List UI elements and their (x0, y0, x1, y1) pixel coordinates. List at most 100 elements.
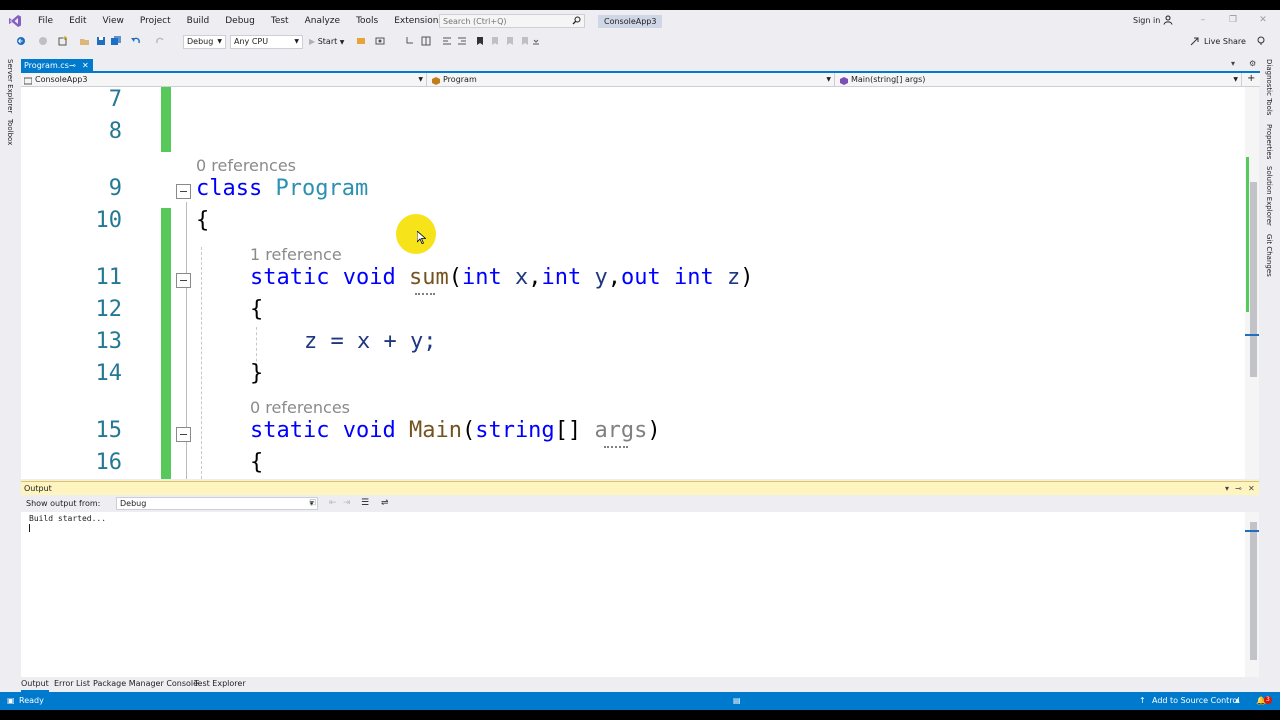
maximize-icon[interactable]: ❐ (1228, 15, 1238, 25)
browser-link-icon[interactable] (356, 36, 366, 46)
output-text-area[interactable]: Build started... (21, 512, 1245, 677)
codelens-references[interactable]: 1 reference (250, 245, 342, 264)
chevron-down-icon: ▼ (294, 38, 299, 45)
menu-bar: File Edit View Project Build Debug Test … (0, 10, 1280, 32)
codelens-references[interactable]: 0 references (250, 398, 350, 417)
screenshot-icon[interactable] (375, 36, 385, 46)
previous-bookmark-icon[interactable] (490, 36, 500, 46)
clear-bookmarks-icon[interactable] (520, 36, 530, 46)
tab-output[interactable]: Output (21, 678, 49, 692)
uncomment-icon[interactable] (457, 36, 467, 46)
account-icon[interactable] (1163, 15, 1173, 28)
toolbox-tab[interactable]: Toolbox (6, 119, 14, 145)
output-source-dropdown[interactable]: Debug ▼ (116, 497, 318, 510)
navigate-back-icon[interactable] (16, 36, 26, 46)
text-caret (29, 524, 30, 532)
save-icon[interactable] (96, 36, 106, 46)
output-vertical-scrollbar[interactable] (1245, 512, 1259, 677)
collapse-toggle[interactable] (176, 273, 191, 288)
menu-analyze[interactable]: Analyze (297, 10, 348, 32)
diagnostic-tools-tab[interactable]: Diagnostic Tools (1265, 59, 1273, 115)
find-message-icon[interactable]: ⊟ (309, 498, 317, 508)
bookmark-icon[interactable] (475, 36, 485, 46)
menu-build[interactable]: Build (179, 10, 218, 32)
collapse-toggle[interactable] (176, 427, 191, 442)
editor-vertical-scrollbar[interactable] (1245, 87, 1259, 479)
server-explorer-tab[interactable]: Server Explorer (6, 59, 14, 113)
new-project-icon[interactable] (58, 36, 68, 46)
toolbar-overflow-icon[interactable] (533, 36, 543, 46)
csharp-project-icon (23, 76, 33, 85)
upload-icon: ↑ (1139, 696, 1146, 705)
tab-package-manager-console[interactable]: Package Manager Console (93, 678, 198, 690)
sign-in-link[interactable]: Sign in (1133, 16, 1160, 25)
add-to-source-control-button[interactable]: Add to Source Control (1152, 692, 1240, 710)
tab-test-explorer[interactable]: Test Explorer (194, 678, 246, 690)
code-editor[interactable]: 7 8 0 references 9 class Program 10 { 1 … (21, 87, 1245, 479)
window-position-icon[interactable]: ▾ (1225, 482, 1229, 495)
project-dropdown[interactable]: ConsoleApp3 ▼ (21, 73, 427, 87)
menu-tools[interactable]: Tools (348, 10, 386, 32)
solution-platform-dropdown[interactable]: Any CPU ▼ (230, 35, 303, 49)
tab-error-list[interactable]: Error List (54, 678, 90, 690)
tab-list-dropdown-icon[interactable]: ▾ (1231, 59, 1235, 68)
solution-explorer-tab[interactable]: Solution Explorer (1265, 166, 1273, 226)
clear-all-icon[interactable]: ☰ (361, 498, 369, 508)
auto-hide-pin-icon[interactable]: ⊸ (1235, 482, 1242, 495)
start-debugging-button[interactable]: ▶ Start ▼ (309, 35, 344, 49)
toggle-word-wrap-icon[interactable]: ⇌ (381, 498, 389, 508)
search-icon[interactable] (572, 16, 581, 28)
type-dropdown[interactable]: Program ▼ (429, 73, 835, 87)
navigate-forward-icon[interactable] (38, 36, 48, 46)
step-into-icon[interactable] (405, 36, 415, 46)
menu-project[interactable]: Project (132, 10, 179, 32)
suggestion-dots[interactable] (415, 292, 435, 295)
output-title: Output (24, 484, 52, 493)
properties-tab[interactable]: Properties (1265, 124, 1273, 159)
menu-file[interactable]: File (30, 10, 61, 32)
menu-view[interactable]: View (95, 10, 132, 32)
search-input[interactable] (440, 16, 568, 26)
live-share-icon[interactable] (1190, 37, 1200, 47)
search-box[interactable] (439, 14, 585, 28)
tab-program-cs[interactable]: Program.cs ⊸ ✕ (21, 59, 93, 73)
output-toolbar: Show output from: Debug ▼ ⊟ ⇤ ⇥ ☰ ⇌ (21, 495, 1259, 512)
minimize-icon[interactable]: – (1198, 15, 1208, 25)
chevron-down-icon: ▼ (418, 76, 423, 83)
solution-configuration-dropdown[interactable]: Debug ▼ (183, 35, 226, 49)
close-panel-icon[interactable]: ✕ (1248, 482, 1255, 495)
line-number: 9 (108, 176, 122, 201)
collapse-toggle[interactable] (176, 184, 191, 199)
line-number: 8 (108, 119, 122, 144)
change-indicator (161, 87, 171, 152)
live-share-button[interactable]: Live Share (1204, 37, 1246, 46)
scrollbar-thumb[interactable] (1250, 522, 1257, 660)
tab-label: Program.cs (24, 61, 69, 70)
next-message-icon[interactable]: ⇥ (343, 498, 351, 508)
codelens-references[interactable]: 0 references (196, 156, 296, 175)
pin-icon[interactable]: ⊸ (69, 59, 76, 73)
feedback-icon[interactable] (1256, 36, 1266, 46)
open-file-icon[interactable] (80, 36, 90, 46)
previous-message-icon[interactable]: ⇤ (329, 498, 337, 508)
close-window-icon[interactable]: ✕ (1258, 15, 1268, 25)
next-bookmark-icon[interactable] (505, 36, 515, 46)
git-changes-tab[interactable]: Git Changes (1265, 234, 1273, 277)
menu-edit[interactable]: Edit (61, 10, 94, 32)
close-tab-icon[interactable]: ✕ (82, 59, 89, 73)
redo-icon[interactable] (155, 36, 165, 46)
suggestion-dots[interactable] (604, 445, 628, 448)
scrollbar-thumb[interactable] (1250, 182, 1257, 377)
comment-out-icon[interactable] (442, 36, 452, 46)
settings-gear-icon[interactable]: ⚙ (1249, 59, 1256, 68)
menu-debug[interactable]: Debug (217, 10, 263, 32)
notifications-toggle-icon[interactable]: ▤ (733, 692, 741, 710)
split-window-icon[interactable]: + (1247, 73, 1255, 84)
step-over-icon[interactable] (421, 36, 431, 46)
line-number: 16 (95, 450, 123, 475)
save-all-icon[interactable] (111, 36, 121, 46)
member-dropdown[interactable]: Main(string[] args) ▼ (837, 73, 1242, 87)
undo-icon[interactable] (131, 36, 141, 46)
menu-test[interactable]: Test (263, 10, 297, 32)
status-icon: ▣ (7, 696, 15, 705)
